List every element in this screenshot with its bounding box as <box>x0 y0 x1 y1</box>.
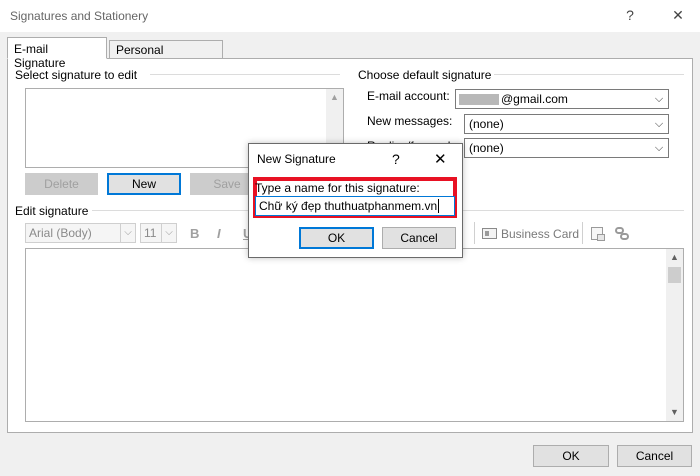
tab-email-signature[interactable]: E-mail Signature <box>7 37 107 70</box>
group-divider <box>150 74 340 75</box>
dialog-close-button[interactable]: ✕ <box>434 150 447 168</box>
dialog-ok-button[interactable]: OK <box>299 227 374 249</box>
toolbar-separator <box>474 222 475 244</box>
chevron-down-icon: ⌵ <box>654 93 664 105</box>
edit-signature-label: Edit signature <box>15 204 89 218</box>
text-cursor <box>438 199 440 213</box>
dialog-title: New Signature <box>257 152 336 166</box>
hyperlink-icon[interactable] <box>614 226 632 242</box>
close-button[interactable]: ✕ <box>667 7 689 25</box>
window-title: Signatures and Stationery <box>10 9 149 23</box>
signature-name-input[interactable]: Chữ ký đẹp thuthuatphanmem.vn <box>255 196 455 216</box>
business-card-label: Business Card <box>501 227 580 241</box>
new-messages-value: (none) <box>469 117 504 131</box>
chevron-down-icon: ⌵ <box>161 224 176 242</box>
redacted-username <box>459 94 499 105</box>
title-bar: Signatures and Stationery ? ✕ <box>0 0 700 32</box>
help-button[interactable]: ? <box>619 7 641 25</box>
font-size-select[interactable]: 11 ⌵ <box>140 223 177 243</box>
signature-editor[interactable]: ▲ ▼ <box>25 248 684 422</box>
tab-personal-stationery[interactable]: Personal Stationery <box>109 40 223 71</box>
email-account-select[interactable]: @gmail.com ⌵ <box>455 89 669 109</box>
scroll-up-icon[interactable]: ▲ <box>326 89 343 106</box>
insert-picture-icon[interactable] <box>590 226 606 242</box>
signature-name-value: Chữ ký đẹp thuthuatphanmem.vn <box>259 199 438 213</box>
new-button[interactable]: New <box>107 173 181 195</box>
email-account-label: E-mail account: <box>367 89 450 103</box>
editor-scrollbar[interactable]: ▲ ▼ <box>666 249 683 421</box>
scroll-thumb[interactable] <box>668 267 681 283</box>
bold-button[interactable]: B <box>190 226 199 241</box>
new-signature-dialog: New Signature ? ✕ Type a name for this s… <box>248 143 463 258</box>
signature-name-prompt: Type a name for this signature: <box>255 181 420 195</box>
font-size-value: 11 <box>144 226 157 240</box>
font-select[interactable]: Arial (Body) ⌵ <box>25 223 136 243</box>
new-messages-label: New messages: <box>367 114 453 128</box>
scroll-down-icon[interactable]: ▼ <box>666 404 683 421</box>
business-card-icon <box>482 228 497 239</box>
replies-forwards-select[interactable]: (none) ⌵ <box>464 138 669 158</box>
new-messages-select[interactable]: (none) ⌵ <box>464 114 669 134</box>
cancel-button[interactable]: Cancel <box>617 445 692 467</box>
ok-button[interactable]: OK <box>533 445 609 467</box>
font-value: Arial (Body) <box>29 226 92 240</box>
dialog-help-button[interactable]: ? <box>392 151 400 167</box>
replies-forwards-value: (none) <box>469 141 504 155</box>
group-divider <box>494 74 684 75</box>
chevron-down-icon: ⌵ <box>654 142 664 154</box>
default-signature-label: Choose default signature <box>358 68 492 82</box>
dialog-cancel-button[interactable]: Cancel <box>382 227 456 249</box>
tab-email-signature-label: E-mail Signature <box>14 42 66 70</box>
scroll-up-icon[interactable]: ▲ <box>666 249 683 266</box>
chevron-down-icon: ⌵ <box>654 118 664 130</box>
chevron-down-icon: ⌵ <box>120 224 135 242</box>
delete-button[interactable]: Delete <box>25 173 98 195</box>
italic-button[interactable]: I <box>217 226 221 241</box>
select-signature-label: Select signature to edit <box>15 68 138 82</box>
toolbar-separator <box>582 222 583 244</box>
email-account-value: @gmail.com <box>501 92 568 106</box>
